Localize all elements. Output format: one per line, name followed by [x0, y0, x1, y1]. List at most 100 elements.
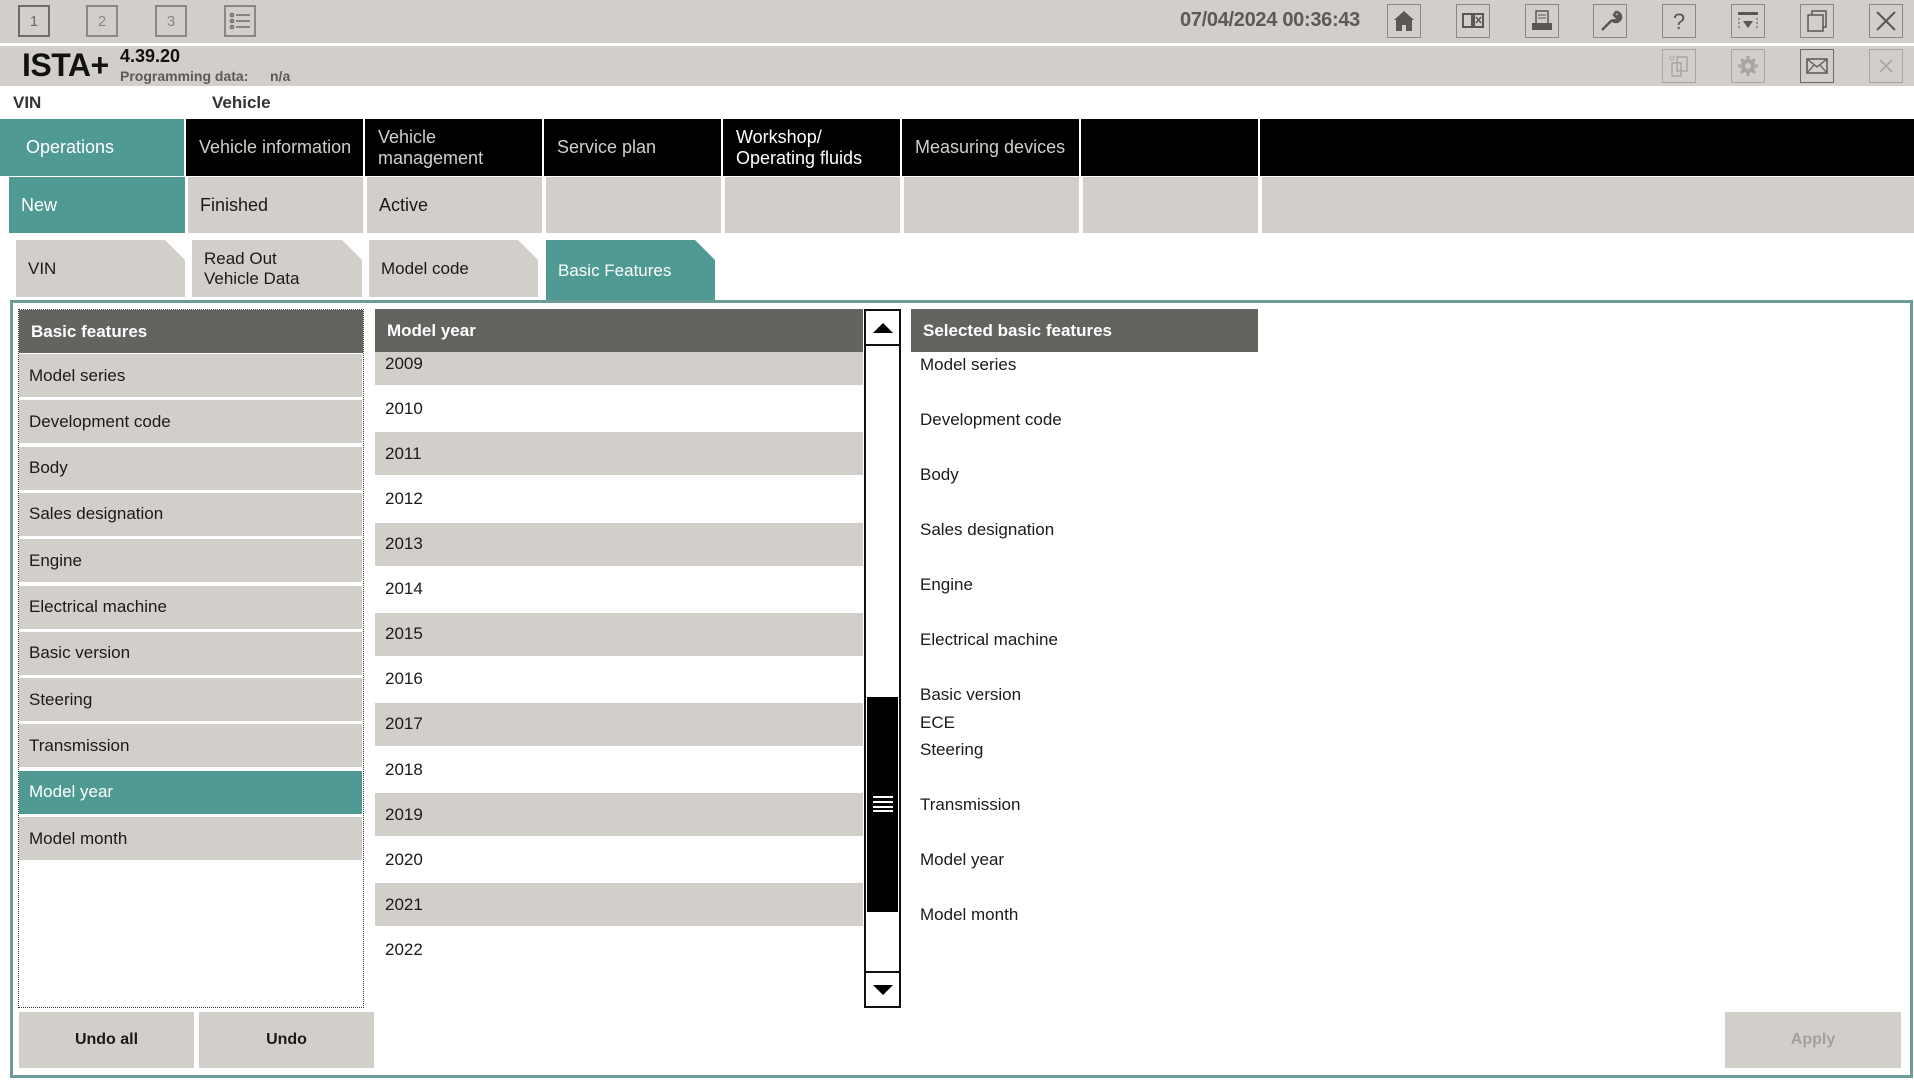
nav-empty-1 — [1081, 119, 1260, 176]
nav-workshop-operating-fluids[interactable]: Workshop/ Operating fluids — [723, 119, 902, 176]
copy-document-icon — [1669, 55, 1688, 77]
home-button[interactable] — [1387, 4, 1421, 38]
session-tab-1[interactable]: 1 — [18, 5, 50, 37]
list-button[interactable] — [224, 5, 256, 37]
arrow-down-icon — [872, 984, 893, 995]
selected-feature-item: Development code — [920, 410, 1062, 429]
model-year-item[interactable]: 2011 — [375, 432, 863, 476]
subnav-empty-4 — [1083, 177, 1258, 233]
connection-manager-button[interactable] — [1456, 4, 1490, 38]
help-icon: ? — [1673, 9, 1685, 34]
close-app-button[interactable] — [1869, 4, 1903, 38]
nav-service-plan[interactable]: Service plan — [544, 119, 723, 176]
nav-operations[interactable]: Operations — [0, 119, 186, 176]
arrow-up-icon — [872, 322, 893, 333]
tab-vin[interactable]: VIN — [16, 240, 185, 297]
model-year-item[interactable]: 2021 — [375, 883, 863, 927]
selected-feature-item: ECE — [920, 713, 955, 732]
basic-feature-item[interactable]: Sales designation — [19, 492, 362, 536]
basic-feature-item[interactable]: Basic version — [19, 631, 362, 675]
selected-feature-item: Model series — [920, 355, 1017, 374]
app-version: 4.39.20 — [120, 46, 181, 66]
basic-feature-item[interactable]: Model series — [19, 354, 362, 397]
model-year-item[interactable]: 2013 — [375, 522, 863, 566]
model-year-scrollbar[interactable] — [864, 309, 901, 1008]
selected-feature-item: Body — [920, 465, 959, 484]
scroll-up-button[interactable] — [866, 311, 899, 346]
grip-icon — [872, 796, 893, 812]
subnav-active[interactable]: Active — [367, 177, 542, 233]
print-icon — [1532, 10, 1552, 30]
subnav-finished[interactable]: Finished — [188, 177, 363, 233]
selected-feature-item: Transmission — [920, 795, 1021, 814]
model-year-list: 2008200920102011201220132014201520162017… — [375, 309, 863, 1008]
selected-feature-item: Electrical machine — [920, 630, 1058, 649]
datetime-display: 07/04/2024 00:36:43 — [1179, 9, 1360, 31]
scroll-thumb[interactable] — [867, 696, 898, 912]
model-year-item[interactable]: 2019 — [375, 793, 863, 837]
undo-button[interactable]: Undo — [199, 1012, 374, 1068]
basic-feature-item[interactable]: Electrical machine — [19, 585, 362, 629]
tab-basic-features[interactable]: Basic Features — [546, 240, 715, 301]
top-toolbar: 1 2 3 07/04/2024 00:36:43 ? — [0, 0, 1914, 43]
settings-button[interactable] — [1731, 49, 1765, 83]
selected-feature-item: Sales designation — [920, 520, 1055, 539]
mail-button[interactable] — [1800, 49, 1834, 83]
list-icon — [229, 12, 250, 30]
subnav-new[interactable]: New — [9, 177, 185, 233]
subnav-empty-5 — [1262, 177, 1914, 233]
help-button[interactable]: ? — [1662, 4, 1696, 38]
programming-data-label: Programming data: — [120, 68, 249, 84]
scroll-down-button[interactable] — [866, 971, 899, 1006]
subnav-empty-3 — [904, 177, 1079, 233]
vin-label: VIN — [13, 93, 42, 112]
connection-manager-icon — [1462, 13, 1484, 28]
basic-feature-item[interactable]: Model year — [19, 770, 362, 814]
undo-all-button[interactable]: Undo all — [19, 1012, 194, 1068]
minimize-button[interactable] — [1731, 4, 1765, 38]
tab-model-code[interactable]: Model code — [369, 240, 538, 297]
nav-measuring-devices[interactable]: Measuring devices — [902, 119, 1081, 176]
app-name: ISTA+ — [22, 47, 109, 83]
model-year-item[interactable]: 2016 — [375, 657, 863, 701]
model-year-item[interactable]: 2012 — [375, 477, 863, 521]
sub-navigation: New Finished Active — [0, 177, 1914, 233]
model-year-item[interactable]: 2020 — [375, 838, 863, 882]
session-tab-2[interactable]: 2 — [86, 5, 118, 37]
home-icon — [1394, 11, 1414, 31]
model-year-item[interactable]: 2017 — [375, 702, 863, 746]
basic-feature-item[interactable]: Development code — [19, 400, 362, 444]
vehicle-label: Vehicle — [212, 93, 271, 112]
session-tab-3[interactable]: 3 — [155, 5, 187, 37]
model-year-item[interactable]: 2010 — [375, 387, 863, 431]
mail-icon — [1806, 58, 1828, 74]
basic-feature-item[interactable]: Transmission — [19, 724, 362, 768]
basic-feature-item[interactable]: Model month — [19, 817, 362, 860]
restore-window-button[interactable] — [1800, 4, 1834, 38]
wrench-icon — [1601, 10, 1623, 31]
basic-feature-item[interactable]: Body — [19, 446, 362, 490]
nav-vehicle-management[interactable]: Vehicle management — [365, 119, 544, 176]
model-year-header: Model year — [375, 309, 863, 352]
selected-feature-item: Model month — [920, 905, 1019, 924]
print-button[interactable] — [1525, 4, 1559, 38]
model-year-item[interactable]: 2015 — [375, 612, 863, 656]
close-session-icon — [1879, 59, 1893, 73]
model-year-item[interactable]: 2022 — [375, 928, 863, 972]
selected-feature-item: Steering — [920, 740, 984, 759]
basic-feature-item[interactable]: Steering — [19, 678, 362, 722]
nav-vehicle-information[interactable]: Vehicle information — [186, 119, 365, 176]
basic-feature-item[interactable]: Engine — [19, 539, 362, 583]
programming-data-value: n/a — [270, 68, 291, 84]
selected-feature-item: Basic version — [920, 685, 1022, 704]
close-session-button[interactable] — [1869, 49, 1903, 83]
service-button[interactable] — [1593, 4, 1627, 38]
tab-read-out-vehicle-data[interactable]: Read Out Vehicle Data — [192, 240, 362, 297]
main-navigation: Operations Vehicle information Vehicle m… — [0, 119, 1914, 176]
copy-document-button[interactable] — [1662, 49, 1696, 83]
model-year-item[interactable]: 2014 — [375, 567, 863, 611]
app-header: ISTA+ 4.39.20 Programming data: n/a — [0, 46, 1914, 86]
apply-button[interactable]: Apply — [1725, 1012, 1901, 1068]
model-year-item[interactable]: 2018 — [375, 748, 863, 791]
settings-gear-icon — [1738, 56, 1758, 76]
